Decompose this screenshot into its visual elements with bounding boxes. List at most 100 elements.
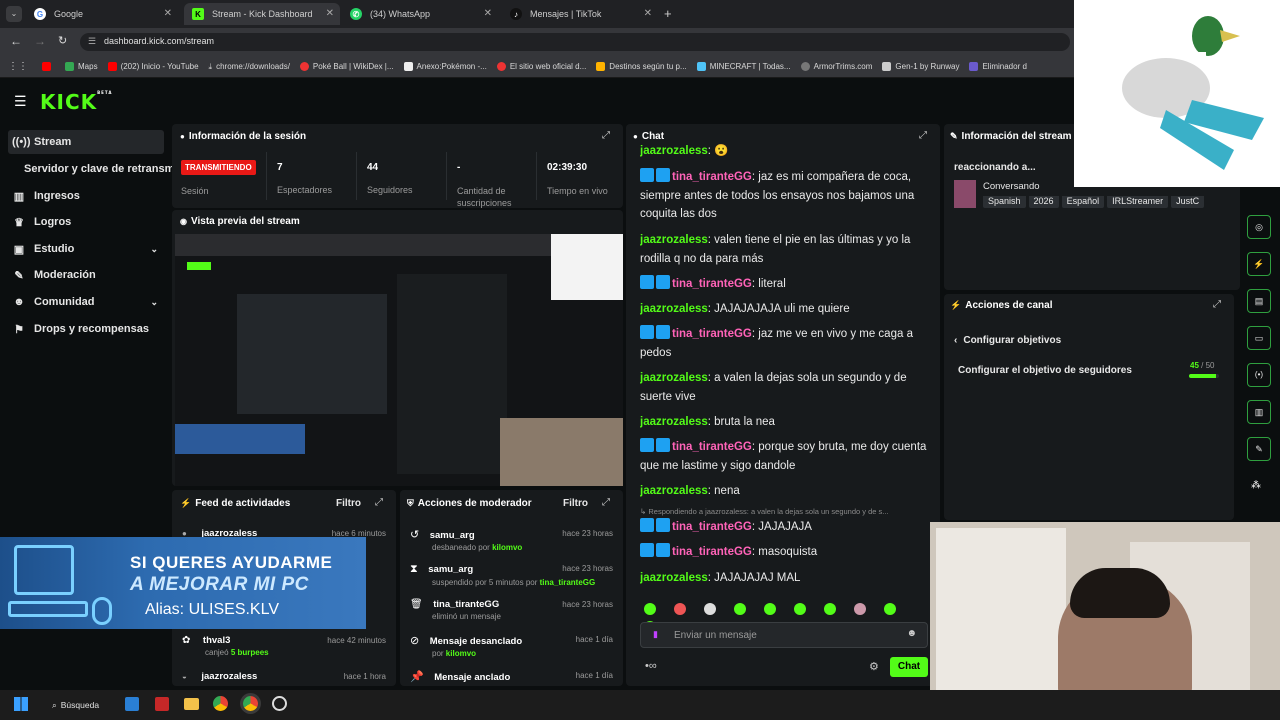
folder-icon[interactable] xyxy=(184,698,199,710)
url-input[interactable]: ☰ dashboard.kick.com/stream xyxy=(80,33,1070,51)
emote-icon[interactable] xyxy=(734,603,746,615)
emote-icon[interactable] xyxy=(764,603,776,615)
stream-preview-video[interactable] xyxy=(175,234,623,486)
taskbar-app-icon[interactable] xyxy=(125,697,139,711)
chat-send-button[interactable]: Chat xyxy=(890,657,928,677)
emoji-icon[interactable]: ☻ xyxy=(906,628,917,639)
chat-input[interactable]: ▮ Enviar un mensaje ☻ xyxy=(640,622,928,648)
new-tab-button[interactable]: + xyxy=(664,6,672,21)
bookmark-runway[interactable]: Gen-1 by Runway xyxy=(882,62,959,71)
bookmark-minecraft[interactable]: MINECRAFT | Todas... xyxy=(696,62,791,71)
maps-icon xyxy=(65,62,74,71)
bookmark-youtube-shortcut[interactable] xyxy=(42,62,55,71)
configure-goals-back[interactable]: ‹ Configurar objetivos xyxy=(954,335,1061,346)
sidebar-item-ingresos[interactable]: ▥ Ingresos xyxy=(8,184,164,208)
expand-icon[interactable]: ⤢ xyxy=(602,130,610,141)
bookmark-eliminador[interactable]: Eliminador d xyxy=(969,62,1027,71)
close-icon[interactable]: ✕ xyxy=(164,8,172,19)
chrome-icon[interactable] xyxy=(243,696,258,711)
tag[interactable]: IRLStreamer xyxy=(1107,196,1169,208)
emote-icon[interactable] xyxy=(644,603,656,615)
wrench-icon: ✎ xyxy=(14,269,24,282)
expand-icon[interactable]: ⤢ xyxy=(919,130,927,141)
sidebar-item-logros[interactable]: ♛ Logros xyxy=(8,210,164,234)
tag[interactable]: 2026 xyxy=(1028,196,1059,208)
tiktok-icon: ♪ xyxy=(510,8,522,20)
emote-icon[interactable] xyxy=(824,603,836,615)
back-icon[interactable]: ← xyxy=(10,34,22,48)
close-icon[interactable]: ✕ xyxy=(484,8,492,19)
bookmark-armortrims[interactable]: ArmorTrims.com xyxy=(800,62,872,71)
bookmark-maps[interactable]: Maps xyxy=(65,62,98,71)
quick-action-chat-icon[interactable]: ▭ xyxy=(1247,326,1271,350)
tab-google[interactable]: G Google ✕ xyxy=(26,3,178,25)
microphone-icon[interactable]: ▮ xyxy=(653,629,658,640)
bookmark-downloads[interactable]: ⤓ chrome://downloads/ xyxy=(209,62,290,72)
sidebar-item-estudio[interactable]: ▣ Estudio ⌄ xyxy=(8,237,164,261)
chat-messages: jaazrozaless: 😮 tina_tiranteGG: jaz es m… xyxy=(640,142,932,590)
mod-filter-button[interactable]: Filtro xyxy=(563,498,588,509)
bookmark-destinos[interactable]: Destinos según tu p... xyxy=(596,62,687,71)
chrome-icon[interactable] xyxy=(213,696,228,711)
expand-icon[interactable]: ⤢ xyxy=(375,497,383,508)
close-icon[interactable]: ✕ xyxy=(644,8,652,19)
tag[interactable]: Spanish xyxy=(983,196,1026,208)
emote-icon[interactable] xyxy=(674,603,686,615)
quick-action-clipboard-icon[interactable]: ▤ xyxy=(1247,289,1271,313)
bookmark-wikidex[interactable]: Poké Ball | WikiDex |... xyxy=(299,62,394,71)
expand-icon[interactable]: ⤢ xyxy=(1213,299,1221,310)
quick-action-bolt-icon[interactable]: ⚡ xyxy=(1247,252,1271,276)
sidebar-item-drops[interactable]: ⚑ Drops y recompensas xyxy=(8,317,164,341)
quick-action-wrench-icon[interactable]: ✎ xyxy=(1247,437,1271,461)
gift-icon: ✿ xyxy=(182,635,191,646)
bookmark-anexo[interactable]: Anexo:Pokémon -... xyxy=(403,62,487,71)
keyboard-icon xyxy=(8,601,88,617)
reload-icon[interactable]: ↻ xyxy=(58,34,67,47)
bookmark-pokemon-site[interactable]: El sitio web oficial d... xyxy=(496,62,586,71)
tab-search-button[interactable]: ⌄ xyxy=(6,6,22,22)
sidebar-item-comunidad[interactable]: ☻ Comunidad ⌄ xyxy=(8,290,164,314)
points-icon[interactable]: •∞ xyxy=(645,660,657,672)
category-label: Conversando xyxy=(983,181,1040,192)
emote-icon[interactable] xyxy=(884,603,896,615)
chat-settings-icon[interactable]: ⚙ xyxy=(869,660,879,673)
chat-message: jaazrozaless: JAJAJAJAJ MAL xyxy=(640,572,801,584)
obs-icon[interactable] xyxy=(272,696,287,711)
emote-icon[interactable] xyxy=(794,603,806,615)
emote-icon[interactable] xyxy=(854,603,866,615)
sidebar-item-server-key[interactable]: Servidor y clave de retransmisión xyxy=(20,157,172,181)
quick-action-more-icon[interactable]: ⁂ xyxy=(1251,480,1261,491)
taskbar-app-icon[interactable] xyxy=(155,697,169,711)
forward-icon[interactable]: → xyxy=(34,34,46,48)
follower-goal-count: 45 / 50 xyxy=(1190,361,1215,370)
chat-message: tina_tiranteGG: jaz es mi compañera de c… xyxy=(640,168,932,224)
apps-icon[interactable]: ⋮⋮ xyxy=(8,61,28,72)
quick-action-broadcast-icon[interactable]: (•) xyxy=(1247,363,1271,387)
expand-icon[interactable]: ⤢ xyxy=(602,497,610,508)
preview-logo xyxy=(187,262,211,270)
activity-filter-button[interactable]: Filtro xyxy=(336,498,361,509)
menu-icon[interactable]: ☰ xyxy=(14,93,27,110)
chat-bubble-icon: ● xyxy=(633,132,638,141)
tag[interactable]: JustC xyxy=(1171,196,1205,208)
tab-whatsapp[interactable]: ✆ (34) WhatsApp ✕ xyxy=(342,3,498,25)
site-info-icon[interactable]: ☰ xyxy=(88,36,96,47)
table-row: ⧗ samu_arg hace 23 horas suspendido por … xyxy=(410,563,613,587)
sidebar-item-moderacion[interactable]: ✎ Moderación xyxy=(8,263,164,287)
quick-action-camera-icon[interactable]: ◎ xyxy=(1247,215,1271,239)
list-item: ✿ thval3 hace 42 minutos canjeó 5 burpee… xyxy=(182,635,386,657)
emote-icon[interactable] xyxy=(704,603,716,615)
status-badge: TRANSMITIENDO xyxy=(181,160,256,175)
tab-tiktok[interactable]: ♪ Mensajes | TikTok ✕ xyxy=(502,3,658,25)
taskbar-search[interactable]: ⌕ Búsqueda xyxy=(44,696,110,714)
bookmark-youtube[interactable]: (202) Inicio - YouTube xyxy=(107,62,199,71)
tab-kick-dashboard[interactable]: K Stream - Kick Dashboard ✕ xyxy=(184,3,340,25)
kick-logo[interactable]: KICKBETA xyxy=(40,90,112,114)
follower-goal-label[interactable]: Configurar el objetivo de seguidores xyxy=(958,365,1132,376)
close-icon[interactable]: ✕ xyxy=(326,8,334,19)
tag[interactable]: Español xyxy=(1061,196,1105,208)
sidebar-item-stream[interactable]: ((•)) Stream xyxy=(8,130,164,154)
session-info-title: ● Información de la sesión xyxy=(180,131,307,142)
quick-action-print-icon[interactable]: ▥ xyxy=(1247,400,1271,424)
windows-start-icon[interactable] xyxy=(14,697,28,711)
